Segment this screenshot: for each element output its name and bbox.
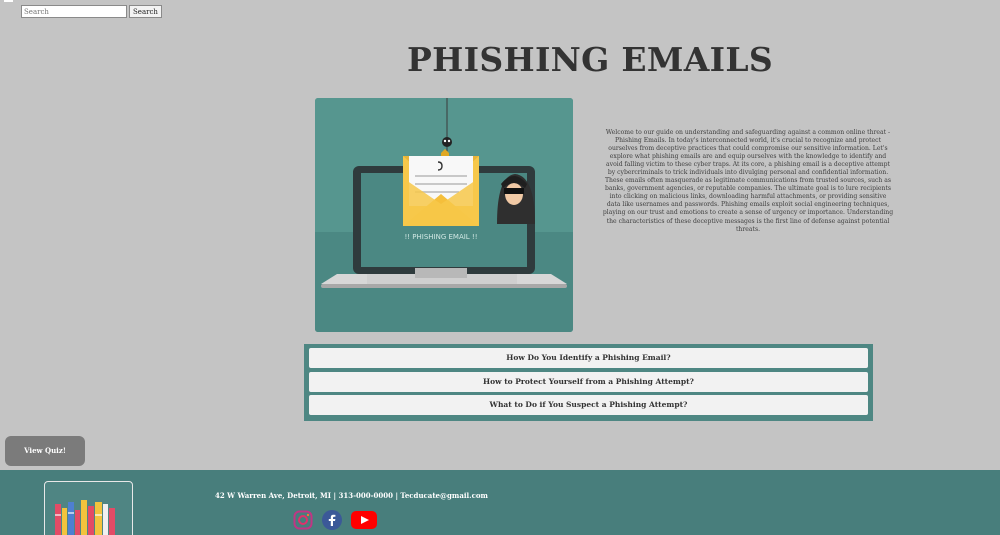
menu-toggle[interactable] bbox=[4, 0, 13, 2]
accordion-identify[interactable]: How Do You Identify a Phishing Email? bbox=[309, 348, 868, 368]
contact-info: 42 W Warren Ave, Detroit, MI | 313-000-0… bbox=[215, 491, 488, 500]
hero-screen-text: !! PHISHING EMAIL !! bbox=[404, 233, 477, 241]
youtube-icon[interactable] bbox=[351, 510, 377, 530]
accordion-protect[interactable]: How to Protect Yourself from a Phishing … bbox=[309, 371, 868, 392]
intro-text: Welcome to our guide on understanding an… bbox=[602, 129, 894, 233]
footer: 42 W Warren Ave, Detroit, MI | 313-000-0… bbox=[0, 470, 1000, 535]
books-logo bbox=[44, 481, 133, 535]
page-title: PHISHING EMAILS bbox=[407, 40, 773, 79]
accordion-suspect[interactable]: What to Do if You Suspect a Phishing Att… bbox=[309, 395, 868, 415]
search-input[interactable] bbox=[21, 5, 127, 18]
faq-accordion: How Do You Identify a Phishing Email? Ho… bbox=[304, 344, 873, 421]
view-quiz-button[interactable]: View Quiz! bbox=[5, 436, 85, 466]
hero-illustration: !! PHISHING EMAIL !! bbox=[315, 98, 573, 332]
instagram-icon[interactable] bbox=[293, 510, 313, 530]
facebook-icon[interactable] bbox=[322, 510, 342, 530]
social-links bbox=[293, 510, 377, 530]
skull-icon bbox=[442, 137, 452, 147]
search-bar: Search bbox=[21, 5, 162, 18]
search-button[interactable]: Search bbox=[129, 5, 162, 18]
